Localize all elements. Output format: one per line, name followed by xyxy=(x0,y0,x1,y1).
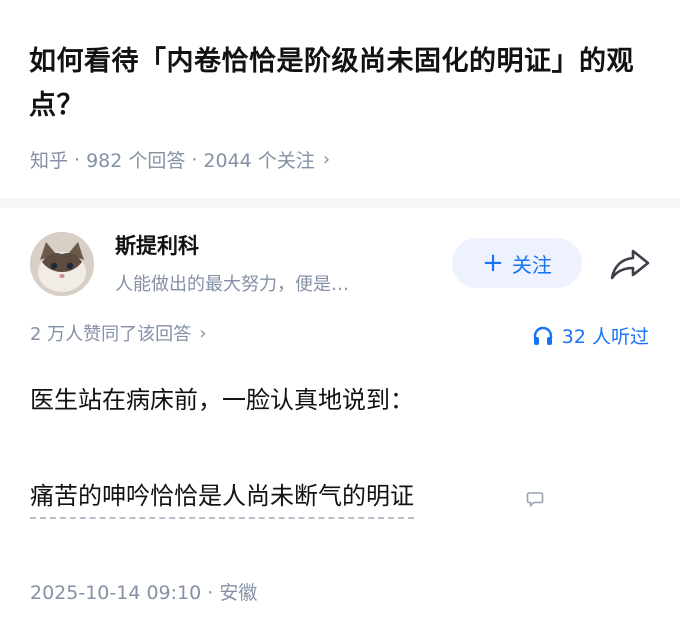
author-name[interactable]: 斯提利科 xyxy=(115,230,199,260)
author-bio: 人能做出的最大努力，便是… xyxy=(115,274,349,295)
answer-card: 斯提利科 人能做出的最大努力，便是… + 关注 2 万人赞同了该回答 › 32 … xyxy=(0,208,680,618)
separator-dot: · xyxy=(191,148,198,171)
question-meta[interactable]: 知乎 · 982 个回答 · 2044 个关注 › xyxy=(30,146,330,173)
source-label: 知乎 xyxy=(30,150,69,172)
highlighted-answer-text[interactable]: 痛苦的呻吟恰恰是人尚未断气的明证 xyxy=(30,476,414,519)
listen-count: 32 人听过 xyxy=(561,326,649,348)
separator-dot: · xyxy=(74,148,81,171)
follower-count: 2044 个关注 xyxy=(203,150,315,172)
chevron-right-icon: › xyxy=(322,149,331,170)
answer-text-line: 医生站在病床前，一脸认真地说到： xyxy=(30,386,414,414)
vote-summary[interactable]: 2 万人赞同了该回答 › xyxy=(30,320,206,346)
plus-icon: + xyxy=(482,248,504,278)
chevron-right-icon: › xyxy=(199,322,207,344)
question-title[interactable]: 如何看待「内卷恰恰是阶级尚未固化的明证」的观点？ xyxy=(29,40,659,128)
share-icon[interactable] xyxy=(608,246,652,282)
vote-count: 2 万人赞同了该回答 xyxy=(30,324,192,345)
listen-button[interactable]: 32 人听过 xyxy=(532,322,649,349)
follow-label: 关注 xyxy=(511,252,552,277)
comment-icon[interactable] xyxy=(526,490,544,508)
answer-count: 982 个回答 xyxy=(86,150,186,172)
follow-button[interactable]: + 关注 xyxy=(452,238,582,288)
post-time-location: 2025-10-14 09:10 · 安徽 xyxy=(30,582,258,604)
section-divider xyxy=(0,198,680,208)
question-header: 如何看待「内卷恰恰是阶级尚未固化的明证」的观点？ 知乎 · 982 个回答 · … xyxy=(0,0,680,198)
avatar[interactable] xyxy=(30,232,94,296)
cat-avatar-icon xyxy=(30,232,94,296)
headphones-icon xyxy=(533,326,552,345)
